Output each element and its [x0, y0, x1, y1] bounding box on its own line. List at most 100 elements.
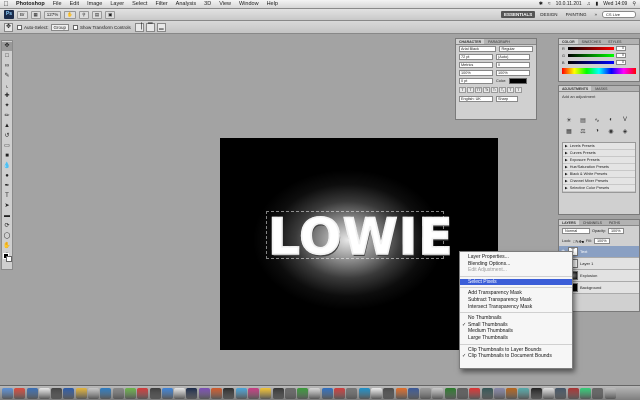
- preset-black-white[interactable]: ▶ Black & White Presets: [563, 171, 635, 178]
- spotlight-icon[interactable]: ⚲: [632, 1, 636, 7]
- menu-item-clip-thumbnails-to-layer-bounds[interactable]: Clip Thumbnails to Layer Bounds: [460, 347, 572, 354]
- dock-app-icon[interactable]: [223, 387, 235, 399]
- dock-app-icon[interactable]: [198, 387, 210, 399]
- red-slider[interactable]: [568, 47, 614, 50]
- dock-app-icon[interactable]: [506, 387, 518, 399]
- gradient-tool-icon[interactable]: ■: [2, 152, 12, 161]
- workspace-essentials[interactable]: ESSENTIALS: [501, 11, 536, 18]
- 3d-orbit-tool-icon[interactable]: ◯: [2, 232, 12, 241]
- dock-app-icon[interactable]: [358, 387, 370, 399]
- move-tool-icon[interactable]: ✥: [2, 42, 12, 51]
- dock-app-icon[interactable]: [235, 387, 247, 399]
- path-select-tool-icon[interactable]: ➤: [2, 202, 12, 211]
- dock-app-icon[interactable]: [555, 387, 567, 399]
- channel-mixer-icon[interactable]: ◈: [619, 128, 631, 137]
- hand-tool-icon[interactable]: ✋: [2, 242, 12, 251]
- dock-app-icon[interactable]: [51, 387, 63, 399]
- dock-app-icon[interactable]: [493, 387, 505, 399]
- dock-app-icon[interactable]: [100, 387, 112, 399]
- move-tool-preset-icon[interactable]: ✥: [4, 22, 13, 32]
- font-style-select[interactable]: Regular: [499, 46, 533, 52]
- menu-help[interactable]: Help: [263, 0, 282, 9]
- tab-styles[interactable]: STYLES: [605, 39, 624, 44]
- menu-item-medium-thumbnails[interactable]: Medium Thumbnails: [460, 328, 572, 335]
- tracking-field[interactable]: 0: [496, 62, 530, 68]
- dock-app-icon[interactable]: [543, 387, 555, 399]
- hue-saturation-icon[interactable]: ▦: [563, 128, 575, 137]
- align-top-icon[interactable]: ▕: [134, 22, 144, 32]
- dock-app-icon[interactable]: [211, 387, 223, 399]
- dock-app-icon[interactable]: [284, 387, 296, 399]
- auto-select-dropdown[interactable]: Group: [50, 23, 70, 31]
- healing-tool-icon[interactable]: ✦: [2, 102, 12, 111]
- dock-app-icon[interactable]: [370, 387, 382, 399]
- small-caps-button[interactable]: Tt: [483, 87, 490, 93]
- launch-bridge-button[interactable]: Br: [17, 10, 28, 19]
- dodge-tool-icon[interactable]: ●: [2, 172, 12, 181]
- view-extras-button[interactable]: ▦: [30, 10, 41, 19]
- menu-item-layer-properties[interactable]: Layer Properties...: [460, 254, 572, 261]
- dock-app-icon[interactable]: [149, 387, 161, 399]
- curves-icon[interactable]: ∿: [591, 117, 603, 126]
- dock-app-icon[interactable]: [530, 387, 542, 399]
- green-slider[interactable]: [568, 54, 614, 57]
- menu-item-small-thumbnails[interactable]: ✓ Small Thumbnails: [460, 322, 572, 329]
- dock-app-icon[interactable]: [309, 387, 321, 399]
- tab-paragraph[interactable]: PARAGRAPH: [485, 39, 513, 44]
- lasso-tool-icon[interactable]: ∞: [2, 62, 12, 71]
- menu-image[interactable]: Image: [83, 0, 106, 9]
- dock-app-icon[interactable]: [334, 387, 346, 399]
- faux-bold-button[interactable]: T: [459, 87, 466, 93]
- history-brush-tool-icon[interactable]: ↺: [2, 132, 12, 141]
- blue-value[interactable]: 0: [616, 60, 626, 65]
- dock-app-icon[interactable]: [26, 387, 38, 399]
- dock-app-icon[interactable]: [112, 387, 124, 399]
- preset-exposure[interactable]: ▶ Exposure Presets: [563, 157, 635, 164]
- dock-app-icon[interactable]: [260, 387, 272, 399]
- align-middle-icon[interactable]: ▔: [145, 22, 155, 32]
- menu-view[interactable]: View: [215, 0, 235, 9]
- menu-filter[interactable]: Filter: [151, 0, 171, 9]
- auto-select-checkbox[interactable]: [17, 24, 22, 30]
- menu-select[interactable]: Select: [128, 0, 151, 9]
- color-spectrum-bar[interactable]: [562, 68, 636, 74]
- vibrance-icon[interactable]: V: [619, 117, 631, 126]
- subscript-button[interactable]: T₁: [499, 87, 506, 93]
- dock-app-icon[interactable]: [346, 387, 358, 399]
- type-tool-icon[interactable]: T: [2, 192, 12, 201]
- background-color-swatch[interactable]: [6, 256, 12, 262]
- preset-selective-color[interactable]: ▶ Selective Color Presets: [563, 185, 635, 192]
- dock-app-icon[interactable]: [161, 387, 173, 399]
- exposure-icon[interactable]: ◐: [605, 117, 617, 126]
- antialias-select[interactable]: Sharp: [496, 96, 518, 102]
- menu-item-select-pixels[interactable]: Select Pixels: [460, 278, 572, 286]
- marquee-tool-icon[interactable]: □: [2, 52, 12, 61]
- tab-character[interactable]: CHARACTER: [456, 39, 485, 44]
- leading-field[interactable]: (Auto): [496, 54, 530, 60]
- dock-app-icon[interactable]: [14, 387, 26, 399]
- menu-item-add-transparency-mask[interactable]: Add Transparency Mask: [460, 290, 572, 297]
- dock-app-icon[interactable]: [604, 387, 616, 399]
- faux-italic-button[interactable]: T: [467, 87, 474, 93]
- screen-mode-button[interactable]: ▣: [105, 10, 116, 19]
- menu-item-subtract-transparency-mask[interactable]: Subtract Transparency Mask: [460, 297, 572, 304]
- menu-edit[interactable]: Edit: [66, 0, 83, 9]
- tab-color[interactable]: COLOR: [559, 39, 578, 44]
- font-size-field[interactable]: 72 pt: [459, 54, 493, 60]
- wifi-icon[interactable]: ≈: [548, 1, 551, 7]
- preset-channel-mixer[interactable]: ▶ Channel Mixer Presets: [563, 178, 635, 185]
- font-family-select[interactable]: Arial Black: [459, 46, 497, 52]
- dock-app-icon[interactable]: [272, 387, 284, 399]
- cs-live-search[interactable]: CS Live: [602, 11, 636, 18]
- bluetooth-icon[interactable]: ✱: [539, 1, 543, 7]
- eraser-tool-icon[interactable]: ▭: [2, 142, 12, 151]
- all-caps-button[interactable]: TT: [475, 87, 482, 93]
- dock-app-icon[interactable]: [567, 387, 579, 399]
- menu-item-no-thumbnails[interactable]: No Thumbnails: [460, 315, 572, 322]
- kerning-field[interactable]: Metrics: [459, 62, 493, 68]
- 3d-rotate-tool-icon[interactable]: ⟳: [2, 222, 12, 231]
- menu-app-name[interactable]: Photoshop: [12, 0, 49, 9]
- workspace-more-button[interactable]: »: [591, 11, 600, 18]
- hand-tool-button[interactable]: ✋: [64, 10, 76, 19]
- preset-hue-saturation[interactable]: ▶ Hue/Saturation Presets: [563, 164, 635, 171]
